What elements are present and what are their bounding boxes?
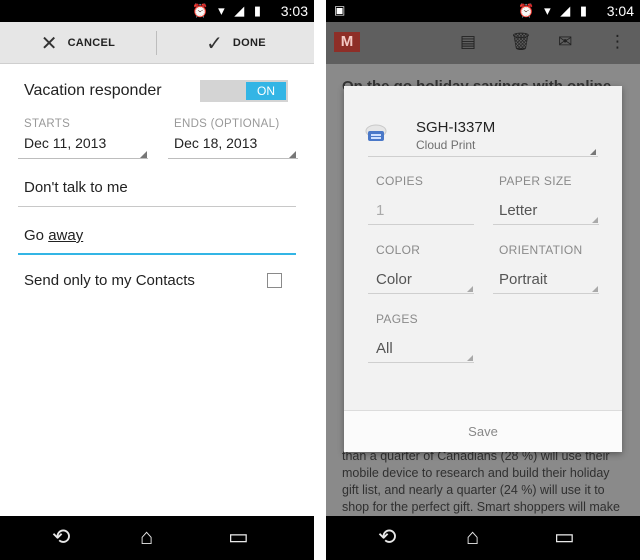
print-dialog-screen: ▣ ⏰ ▾ ◢ ▮ 3:04 M ▤ 🗑 ✉ ⋮ On the go holid… bbox=[326, 0, 640, 560]
contacts-only-label: Send only to my Contacts bbox=[24, 272, 195, 289]
paper-size-dropdown-icon bbox=[592, 217, 598, 223]
orientation-dropdown-icon bbox=[592, 286, 598, 292]
printer-name: SGH-I337M bbox=[416, 119, 496, 136]
status-icons: ⏰ ▾ ◢ ▮ bbox=[192, 3, 264, 18]
pages-dropdown-icon bbox=[467, 355, 473, 361]
ends-underline bbox=[168, 158, 298, 159]
mail-icon[interactable]: ✉ bbox=[558, 32, 572, 52]
message-text: Go away bbox=[24, 227, 83, 244]
navigation-bar: ⟲ ⌂ ▭ bbox=[0, 516, 314, 560]
starts-caption: STARTS bbox=[24, 118, 71, 130]
checkmark-icon: ✓ bbox=[206, 32, 223, 55]
back-icon[interactable]: ⟲ bbox=[52, 524, 70, 550]
vacation-toggle[interactable]: ON bbox=[200, 80, 288, 102]
save-label: Save bbox=[468, 424, 498, 439]
screen-gap bbox=[314, 0, 326, 560]
copies-underline bbox=[368, 224, 474, 225]
message-underline bbox=[18, 253, 296, 255]
starts-dropdown-icon bbox=[140, 151, 147, 158]
paper-size-caption: PAPER SIZE bbox=[499, 174, 572, 188]
orientation-caption: ORIENTATION bbox=[499, 243, 583, 257]
paper-size-value: Letter bbox=[499, 202, 538, 219]
pages-value: All bbox=[376, 340, 393, 357]
color-value: Color bbox=[376, 271, 412, 288]
action-bar: ✕ CANCEL ✓ DONE bbox=[0, 22, 314, 64]
message-misspelled-word: away bbox=[48, 227, 84, 244]
action-divider bbox=[156, 31, 157, 55]
printer-type: Cloud Print bbox=[416, 138, 476, 152]
color-underline bbox=[368, 293, 474, 294]
toggle-on-label: ON bbox=[246, 82, 286, 100]
printer-underline bbox=[368, 156, 598, 157]
copies-caption: COPIES bbox=[376, 174, 424, 188]
copies-input[interactable]: 1 bbox=[376, 202, 384, 219]
done-label: DONE bbox=[232, 37, 266, 49]
recent-apps-icon[interactable]: ▭ bbox=[228, 524, 249, 550]
printer-dropdown-icon bbox=[590, 149, 596, 155]
archive-icon[interactable]: ▤ bbox=[460, 32, 476, 52]
close-icon: ✕ bbox=[40, 32, 58, 55]
subject-underline bbox=[18, 206, 296, 207]
save-button[interactable]: Save bbox=[344, 410, 622, 452]
pages-caption: PAGES bbox=[376, 312, 418, 326]
cancel-button[interactable]: ✕ CANCEL bbox=[0, 22, 156, 64]
print-dialog: SGH-I337M Cloud Print COPIES 1 PAPER SIZ… bbox=[344, 86, 622, 452]
ends-date-value: Dec 18, 2013 bbox=[174, 135, 258, 151]
message-prefix: Go bbox=[24, 227, 49, 244]
recent-apps-icon[interactable]: ▭ bbox=[554, 524, 575, 550]
cloud-printer-icon bbox=[365, 124, 387, 141]
status-icons: ⏰ ▾ ◢ ▮ bbox=[518, 3, 590, 18]
cancel-label: CANCEL bbox=[67, 37, 116, 49]
vacation-responder-label: Vacation responder bbox=[24, 82, 162, 99]
subject-text: Don't talk to me bbox=[24, 179, 128, 196]
starts-underline bbox=[18, 158, 148, 159]
vacation-responder-screen: ⏰ ▾ ◢ ▮ 3:03 ✕ CANCEL ✓ DONE Vacation re… bbox=[0, 0, 314, 560]
status-bar: ▣ ⏰ ▾ ◢ ▮ 3:04 bbox=[326, 0, 640, 22]
gmail-action-bar: M ▤ 🗑 ✉ ⋮ bbox=[326, 22, 640, 64]
ends-dropdown-icon bbox=[289, 151, 296, 158]
navigation-bar: ⟲ ⌂ ▭ bbox=[326, 516, 640, 560]
email-body-text: than a quarter of Canadians (28 %) will … bbox=[342, 449, 620, 514]
notification-icon: ▣ bbox=[334, 3, 346, 17]
home-icon[interactable]: ⌂ bbox=[466, 524, 479, 550]
back-icon[interactable]: ⟲ bbox=[378, 524, 396, 550]
orientation-underline bbox=[493, 293, 599, 294]
ends-caption: ENDS (OPTIONAL) bbox=[174, 118, 280, 130]
home-icon[interactable]: ⌂ bbox=[140, 524, 153, 550]
status-bar: ⏰ ▾ ◢ ▮ 3:03 bbox=[0, 0, 314, 22]
color-caption: COLOR bbox=[376, 243, 421, 257]
pages-underline bbox=[368, 362, 474, 363]
color-dropdown-icon bbox=[467, 286, 473, 292]
orientation-value: Portrait bbox=[499, 271, 548, 288]
status-time: 3:04 bbox=[606, 3, 634, 19]
done-button[interactable]: ✓ DONE bbox=[158, 22, 314, 64]
status-time: 3:03 bbox=[280, 3, 308, 19]
gmail-logo[interactable]: M bbox=[334, 32, 360, 52]
starts-date-value: Dec 11, 2013 bbox=[24, 135, 107, 151]
trash-icon[interactable]: 🗑 bbox=[510, 32, 532, 52]
contacts-only-checkbox[interactable] bbox=[267, 273, 282, 288]
paper-size-underline bbox=[493, 224, 599, 225]
overflow-menu-icon[interactable]: ⋮ bbox=[609, 32, 626, 52]
